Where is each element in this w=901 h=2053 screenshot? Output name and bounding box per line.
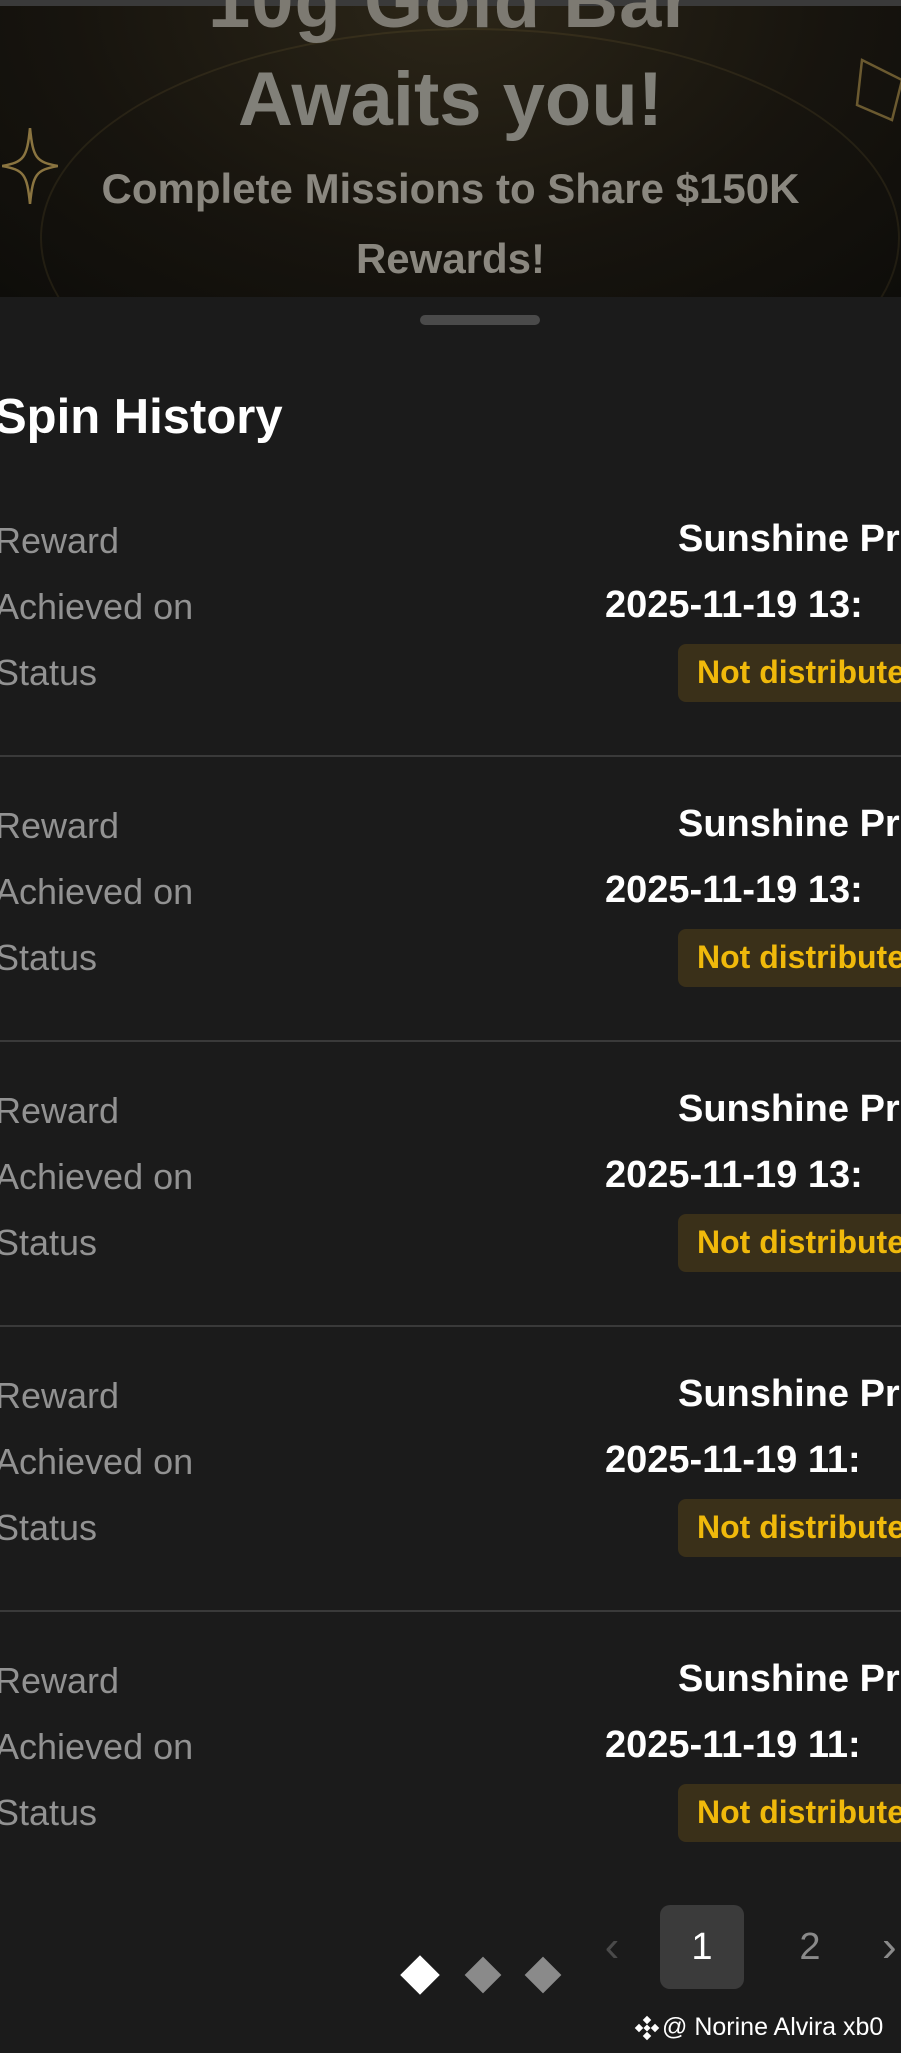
history-record: Reward Achieved on Status Sunshine Pr 20… (0, 1042, 901, 1327)
reward-label: Reward (0, 1660, 120, 1701)
achieved-on-value: 2025-11-19 11: (605, 1439, 861, 1481)
reward-label: Reward (0, 1375, 120, 1416)
banner-headline: Awaits you! (237, 57, 664, 142)
reward-value: Sunshine Pr (678, 1373, 900, 1415)
history-record: Reward Achieved on Status Sunshine Pr 20… (0, 472, 901, 757)
status-text: Not distribute (697, 1224, 901, 1260)
status-text: Not distribute (697, 1509, 901, 1545)
status-badge: Not distribute (678, 1499, 901, 1557)
status-label: Status (0, 937, 98, 978)
achieved-on-value: 2025-11-19 13: (605, 584, 863, 626)
sheet-title: Spin History (0, 390, 283, 444)
spin-history-sheet: Spin History Reward Achieved on Status S… (0, 297, 901, 2053)
reward-value: Sunshine Pr (678, 518, 900, 560)
reward-label: Reward (0, 520, 120, 561)
achieved-on-value: 2025-11-19 11: (605, 1724, 861, 1766)
status-text: Not distribute (697, 1794, 901, 1830)
achieved-on-label: Achieved on (0, 1156, 194, 1197)
status-label: Status (0, 652, 98, 693)
watermark-text: @ Norine Alvira xb0 (662, 2013, 884, 2041)
status-badge: Not distribute (678, 929, 901, 987)
binance-logo-icon (634, 2016, 660, 2041)
page-button[interactable]: 2 (768, 1905, 852, 1989)
reward-value: Sunshine Pr (678, 1658, 900, 1700)
banner-subtitle: Complete Missions to Share $150K (101, 165, 800, 212)
history-record: Reward Achieved on Status Sunshine Pr 20… (0, 757, 901, 1042)
status-label: Status (0, 1792, 98, 1833)
achieved-on-label: Achieved on (0, 1441, 194, 1482)
reward-label: Reward (0, 1090, 120, 1131)
achieved-on-label: Achieved on (0, 1726, 194, 1767)
reward-value: Sunshine Pr (678, 803, 900, 845)
watermark: @ Norine Alvira xb0 (634, 2009, 883, 2045)
promo-banner[interactable]: 10g Gold Bar Awaits you! Complete Missio… (0, 0, 901, 297)
drag-handle[interactable] (420, 315, 540, 325)
reward-value: Sunshine Pr (678, 1088, 900, 1130)
history-record: Reward Achieved on Status Sunshine Pr 20… (0, 1327, 901, 1612)
history-record: Reward Achieved on Status Sunshine Pr 20… (0, 1612, 901, 1897)
chevron-left-icon[interactable]: ‹ (596, 1917, 628, 1977)
status-text: Not distribute (697, 654, 901, 690)
status-label: Status (0, 1507, 98, 1548)
banner-headline-top: 10g Gold Bar (208, 0, 693, 44)
status-text: Not distribute (697, 939, 901, 975)
reward-label: Reward (0, 805, 120, 846)
status-badge: Not distribute (678, 1784, 901, 1842)
page-button-current[interactable]: 1 (660, 1905, 744, 1989)
achieved-on-label: Achieved on (0, 871, 194, 912)
chevron-right-icon[interactable]: › (882, 1917, 901, 1977)
status-badge: Not distribute (678, 1214, 901, 1272)
app-page: 10g Gold Bar Awaits you! Complete Missio… (0, 0, 901, 2053)
achieved-on-value: 2025-11-19 13: (605, 869, 863, 911)
banner-subtitle-cont: Rewards! (355, 235, 546, 282)
achieved-on-value: 2025-11-19 13: (605, 1154, 863, 1196)
achieved-on-label: Achieved on (0, 586, 194, 627)
status-badge: Not distribute (678, 644, 901, 702)
status-label: Status (0, 1222, 98, 1263)
